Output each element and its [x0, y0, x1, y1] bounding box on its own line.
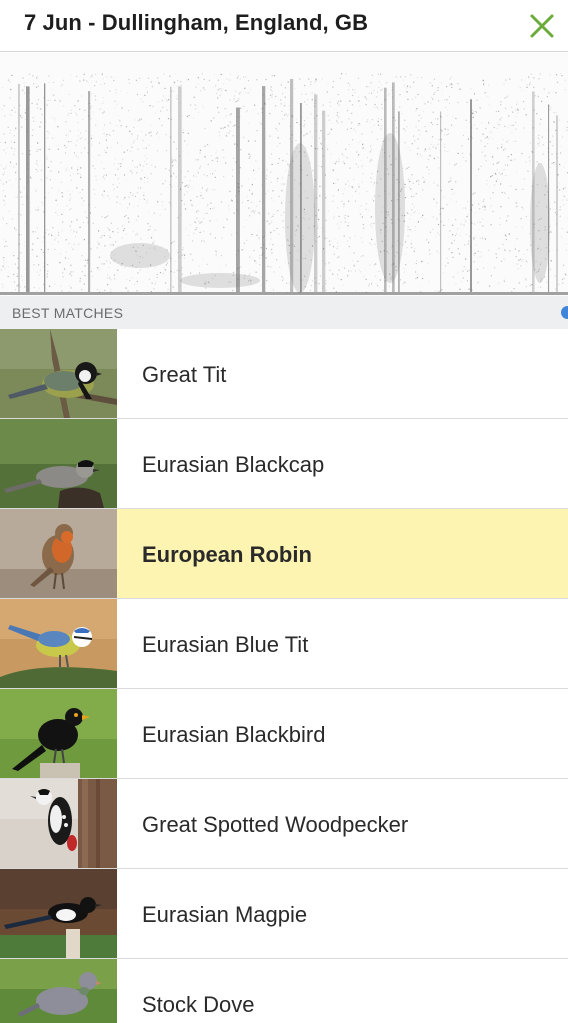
species-name: Eurasian Blue Tit — [142, 632, 309, 657]
blackbird-photo — [0, 689, 117, 778]
section-header: BEST MATCHES — [0, 296, 568, 329]
close-icon — [530, 14, 554, 38]
match-row-stock-dove[interactable]: Stock Dove — [0, 959, 568, 1023]
species-name: Great Spotted Woodpecker — [142, 812, 409, 837]
top-bar: 7 Jun - Dullingham, England, GB — [0, 0, 568, 52]
species-name: Eurasian Blackbird — [142, 722, 326, 747]
great-tit-photo — [0, 329, 117, 418]
woodpecker-photo — [0, 779, 117, 868]
match-row-eurasian-blue-tit[interactable]: Eurasian Blue Tit — [0, 599, 568, 689]
species-name: Eurasian Blackcap — [142, 452, 325, 477]
match-row-eurasian-blackcap[interactable]: Eurasian Blackcap — [0, 419, 568, 509]
match-list: Great Tit Eurasian Blackcap European Rob… — [0, 329, 568, 1023]
match-row-eurasian-blackbird[interactable]: Eurasian Blackbird — [0, 689, 568, 779]
species-name: European Robin — [142, 542, 312, 567]
species-name: Great Tit — [142, 362, 227, 387]
best-matches-label: BEST MATCHES — [12, 305, 124, 321]
species-name: Eurasian Magpie — [142, 902, 308, 927]
close-button[interactable] — [522, 6, 562, 46]
scroll-indicator — [561, 306, 568, 319]
spectrogram-image — [0, 73, 568, 295]
match-row-eurasian-magpie[interactable]: Eurasian Magpie — [0, 869, 568, 959]
recording-title: 7 Jun - Dullingham, England, GB — [24, 10, 369, 35]
match-row-european-robin[interactable]: European Robin — [0, 509, 568, 599]
blackcap-photo — [0, 419, 117, 508]
magpie-photo — [0, 869, 117, 958]
spectrogram[interactable] — [0, 53, 568, 296]
stock-dove-photo — [0, 959, 117, 1023]
match-row-great-tit[interactable]: Great Tit — [0, 329, 568, 419]
robin-photo — [0, 509, 117, 598]
blue-tit-photo — [0, 599, 117, 688]
species-name: Stock Dove — [142, 992, 255, 1017]
match-row-great-spotted-woodpecker[interactable]: Great Spotted Woodpecker — [0, 779, 568, 869]
